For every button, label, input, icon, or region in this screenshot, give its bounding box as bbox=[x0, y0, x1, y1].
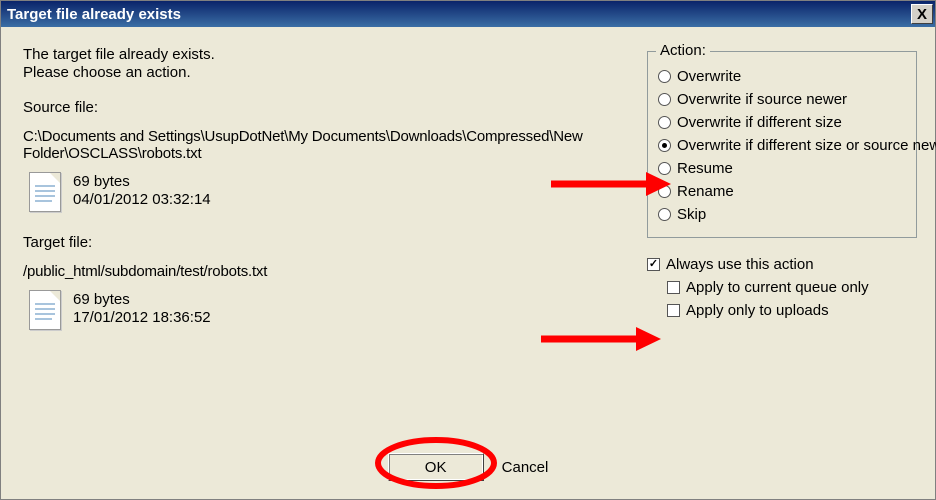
always-group: Always use this action Apply to current … bbox=[647, 256, 917, 319]
radio-icon bbox=[658, 139, 671, 152]
close-icon: X bbox=[917, 7, 927, 22]
file-icon bbox=[29, 172, 61, 212]
source-file-block: 69 bytes 04/01/2012 03:32:14 bbox=[29, 172, 637, 212]
radio-icon bbox=[658, 185, 671, 198]
checkbox-icon bbox=[667, 304, 680, 317]
check-label: Apply to current queue only bbox=[686, 279, 869, 296]
message-line-1: The target file already exists. bbox=[23, 46, 637, 63]
radio-icon bbox=[658, 70, 671, 83]
target-label: Target file: bbox=[23, 234, 637, 251]
radio-label: Skip bbox=[677, 206, 706, 223]
check-queue-only[interactable]: Apply to current queue only bbox=[667, 279, 917, 296]
target-path: /public_html/subdomain/test/robots.txt bbox=[23, 263, 637, 280]
radio-label: Overwrite if different size bbox=[677, 114, 842, 131]
file-icon bbox=[29, 290, 61, 330]
radio-icon bbox=[658, 93, 671, 106]
check-always[interactable]: Always use this action bbox=[647, 256, 917, 273]
title-text: Target file already exists bbox=[7, 6, 181, 23]
dialog-window: Target file already exists X The target … bbox=[0, 0, 936, 500]
source-label: Source file: bbox=[23, 99, 637, 116]
target-size: 69 bytes bbox=[73, 291, 211, 308]
source-date: 04/01/2012 03:32:14 bbox=[73, 191, 211, 208]
button-row: OK Cancel bbox=[1, 453, 935, 481]
cancel-button[interactable]: Cancel bbox=[502, 453, 549, 481]
action-legend: Action: bbox=[656, 42, 710, 59]
target-file-block: 69 bytes 17/01/2012 18:36:52 bbox=[29, 290, 637, 330]
radio-overwrite-newer[interactable]: Overwrite if source newer bbox=[658, 91, 908, 108]
target-date: 17/01/2012 18:36:52 bbox=[73, 309, 211, 326]
radio-resume[interactable]: Resume bbox=[658, 160, 908, 177]
radio-label: Rename bbox=[677, 183, 734, 200]
source-size: 69 bytes bbox=[73, 173, 211, 190]
message-line-2: Please choose an action. bbox=[23, 64, 637, 81]
ok-button-label: OK bbox=[425, 459, 447, 476]
action-group: Action: Overwrite Overwrite if source ne… bbox=[647, 51, 917, 238]
checkbox-icon bbox=[647, 258, 660, 271]
radio-overwrite[interactable]: Overwrite bbox=[658, 68, 908, 85]
left-panel: The target file already exists. Please c… bbox=[23, 45, 647, 330]
radio-icon bbox=[658, 208, 671, 221]
ok-button[interactable]: OK bbox=[388, 453, 484, 481]
radio-rename[interactable]: Rename bbox=[658, 183, 908, 200]
cancel-button-label: Cancel bbox=[502, 459, 549, 476]
check-label: Apply only to uploads bbox=[686, 302, 829, 319]
radio-label: Resume bbox=[677, 160, 733, 177]
close-button[interactable]: X bbox=[911, 4, 933, 24]
radio-icon bbox=[658, 116, 671, 129]
radio-label: Overwrite bbox=[677, 68, 741, 85]
check-uploads-only[interactable]: Apply only to uploads bbox=[667, 302, 917, 319]
radio-overwrite-size[interactable]: Overwrite if different size bbox=[658, 114, 908, 131]
radio-label: Overwrite if different size or source ne… bbox=[677, 137, 936, 154]
checkbox-icon bbox=[667, 281, 680, 294]
check-label: Always use this action bbox=[666, 256, 814, 273]
radio-icon bbox=[658, 162, 671, 175]
radio-label: Overwrite if source newer bbox=[677, 91, 847, 108]
right-panel: Action: Overwrite Overwrite if source ne… bbox=[647, 45, 917, 330]
titlebar: Target file already exists X bbox=[1, 1, 935, 27]
radio-overwrite-size-or-newer[interactable]: Overwrite if different size or source ne… bbox=[658, 137, 908, 154]
source-path: C:\Documents and Settings\UsupDotNet\My … bbox=[23, 128, 637, 162]
radio-skip[interactable]: Skip bbox=[658, 206, 908, 223]
